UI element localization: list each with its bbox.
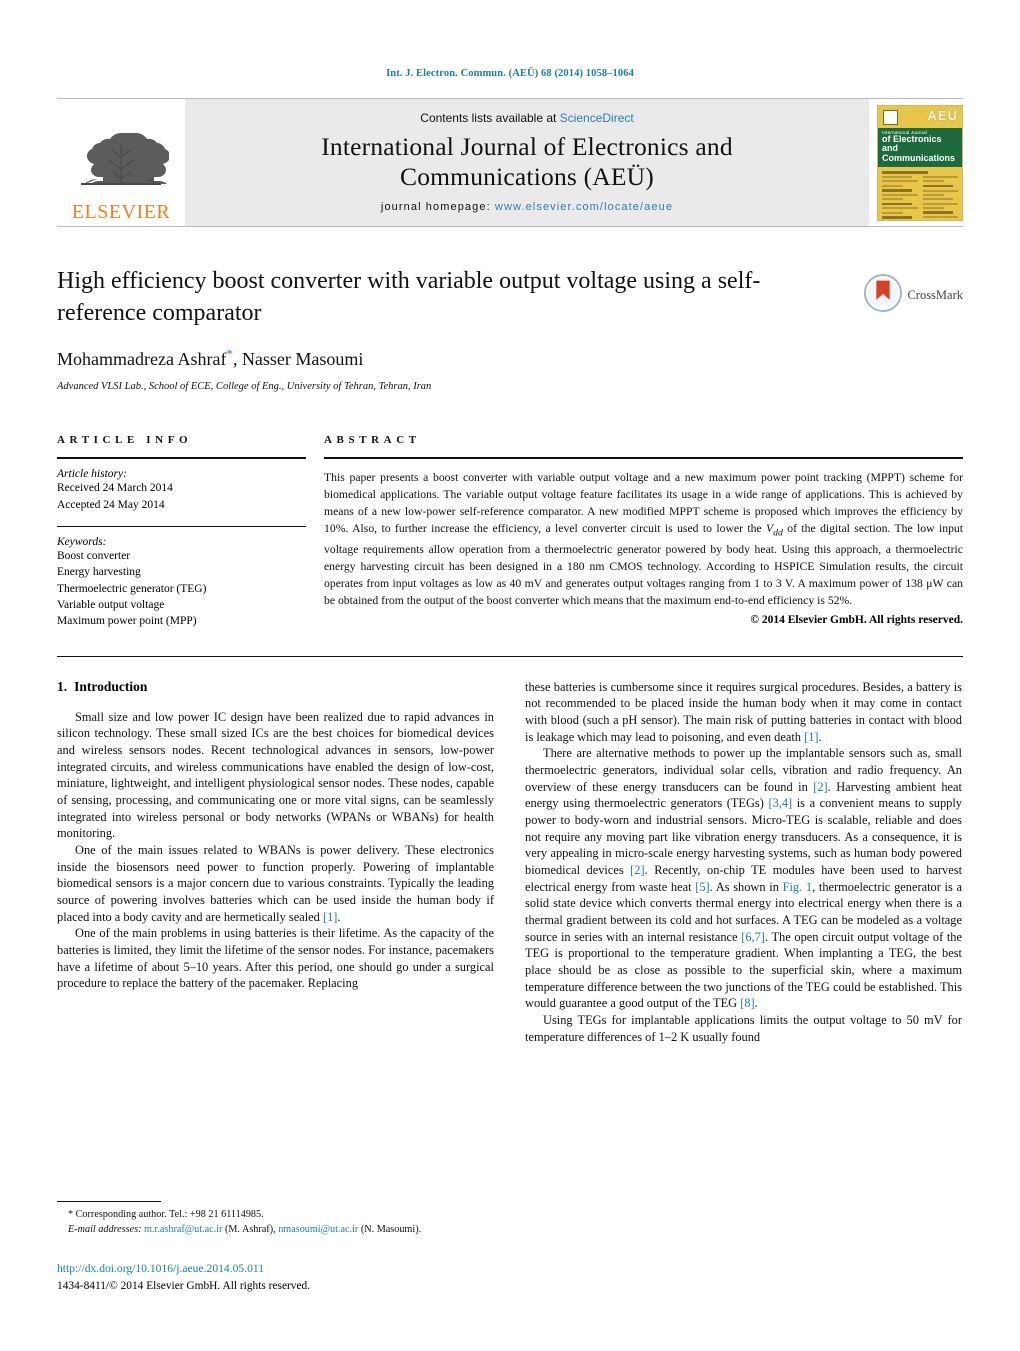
keywords-label: Keywords: [57,536,107,548]
affiliation: Advanced VLSI Lab., School of ECE, Colle… [57,381,432,393]
section-number: 1. [57,678,68,694]
journal-title-line2: Communications (AEÜ) [399,162,654,191]
elsevier-logo: ELSEVIER [57,99,185,226]
body-column-left: 1. Introduction Small size and low power … [57,679,494,1046]
cover-top: AEÜ [878,106,962,128]
email-owner-2: (N. Masoumi). [360,1224,422,1236]
journal-title: International Journal of Electronics and… [321,132,733,191]
cover-title-line2: Communications [882,153,956,164]
article-info-column: ARTICLE INFO Article history: Received 2… [57,434,324,629]
cover-aeu-label: AEÜ [927,107,958,123]
body-columns: 1. Introduction Small size and low power … [57,679,963,1046]
paragraph: There are alternative methods to power u… [525,746,963,1011]
journal-masthead: ELSEVIER Contents lists available at Sci… [57,98,963,227]
section-heading-introduction: 1. Introduction [57,679,494,695]
cover-publisher-logo-icon [883,109,898,125]
footnote-block: * Corresponding author. Tel.: +98 21 611… [57,1201,494,1294]
keyword-item: Boost converter [57,550,131,562]
abstract-rule [324,457,963,460]
cover-image: AEÜ International Journal of Electronics… [877,104,963,221]
homepage-url-link[interactable]: www.elsevier.com/locate/aeue [495,201,673,213]
journal-title-line1: International Journal of Electronics and [321,132,733,162]
crossmark-label: CrossMark [907,288,963,302]
paragraph: One of the main problems in using batter… [57,926,494,991]
contents-prefix: Contents lists available at [420,111,560,126]
cover-title-line1: of Electronics and [882,133,942,154]
citation-link[interactable]: [2] [630,863,644,877]
corresponding-author-text: * Corresponding author. Tel.: +98 21 611… [68,1209,264,1221]
crossmark-badge[interactable]: CrossMark [864,274,963,317]
cover-title-banner: International Journal of Electronics and… [878,127,962,168]
cover-contents-lines [878,167,962,219]
citation-link[interactable]: [6,7] [741,930,765,944]
citation-link[interactable]: [8] [740,996,754,1010]
citation-link[interactable]: [1] [804,730,818,744]
info-rule-top [57,457,306,460]
keyword-item: Maximum power point (MPP) [57,615,197,628]
author-1: Mohammadreza Ashraf [57,349,227,370]
info-rule-mid [57,526,306,527]
accepted-date: Accepted 24 May 2014 [57,498,165,511]
doi-link[interactable]: http://dx.doi.org/10.1016/j.aeue.2014.05… [57,1261,494,1276]
masthead-center: Contents lists available at ScienceDirec… [185,99,869,226]
crossmark-icon [864,274,903,317]
figure-reference-link[interactable]: Fig. 1 [783,880,813,894]
keyword-item: Variable output voltage [57,598,165,611]
abstract-copyright: © 2014 Elsevier GmbH. All rights reserve… [750,613,963,626]
received-date: Received 24 March 2014 [57,482,173,495]
abstract-text: This paper presents a boost converter wi… [324,471,963,607]
journal-homepage-line: journal homepage: www.elsevier.com/locat… [381,201,673,213]
homepage-label: journal homepage: [380,200,491,213]
contents-available-line: Contents lists available at ScienceDirec… [420,111,633,125]
elsevier-wordmark: ELSEVIER [71,201,171,223]
email-owner-1: (M. Ashraf), [224,1224,276,1236]
abstract-heading: ABSTRACT [324,434,421,447]
author-2: , Nasser Masoumi [232,349,364,370]
keyword-item: Energy harvesting [57,566,141,579]
article-history-label: Article history: [57,468,127,481]
paragraph: Using TEGs for implantable applications … [525,1013,962,1044]
journal-cover-thumbnail: AEÜ International Journal of Electronics… [869,99,963,226]
doi-block: http://dx.doi.org/10.1016/j.aeue.2014.05… [57,1261,494,1294]
title-block: High efficiency boost converter with var… [57,266,963,392]
email-link-2[interactable]: nmasoumi@ut.ac.ir [278,1224,358,1235]
body-column-right: these batteries is cumbersome since it r… [525,679,962,1046]
email-addresses-note: E-mail addresses: m.r.ashraf@ut.ac.ir (M… [57,1223,494,1238]
email-label: E-mail addresses: [68,1224,142,1236]
citation-link[interactable]: [3,4] [768,796,792,810]
citation-link[interactable]: [2] [813,780,827,794]
footnote-rule [57,1201,161,1203]
article-info-heading: ARTICLE INFO [57,434,193,447]
paragraph: Small size and low power IC design have … [57,709,494,841]
email-link-1[interactable]: m.r.ashraf@ut.ac.ir [144,1224,222,1235]
elsevier-tree-icon [73,127,169,201]
body-separator-rule [57,655,963,657]
running-head: Int. J. Electron. Commun. (AEÜ) 68 (2014… [386,68,634,79]
paragraph: these batteries is cumbersome since it r… [525,679,962,744]
keyword-item: Thermoelectric generator (TEG) [57,582,207,595]
author-list: Mohammadreza Ashraf*, Nasser Masoumi [57,346,963,370]
corresponding-author-note: * Corresponding author. Tel.: +98 21 611… [57,1208,494,1223]
section-title: Introduction [74,678,148,694]
issn-copyright-line: 1434-8411/© 2014 Elsevier GmbH. All righ… [57,1280,311,1292]
article-page: Int. J. Electron. Commun. (AEÜ) 68 (2014… [0,0,1020,1351]
citation-link[interactable]: [5] [695,880,709,894]
info-abstract-row: ARTICLE INFO Article history: Received 2… [57,434,963,629]
sciencedirect-link[interactable]: ScienceDirect [560,111,634,125]
citation-link[interactable]: [1] [323,910,337,924]
abstract-column: ABSTRACT This paper presents a boost con… [324,434,963,629]
page-title: High efficiency boost converter with var… [57,268,761,326]
paragraph: One of the main issues related to WBANs … [57,843,494,924]
